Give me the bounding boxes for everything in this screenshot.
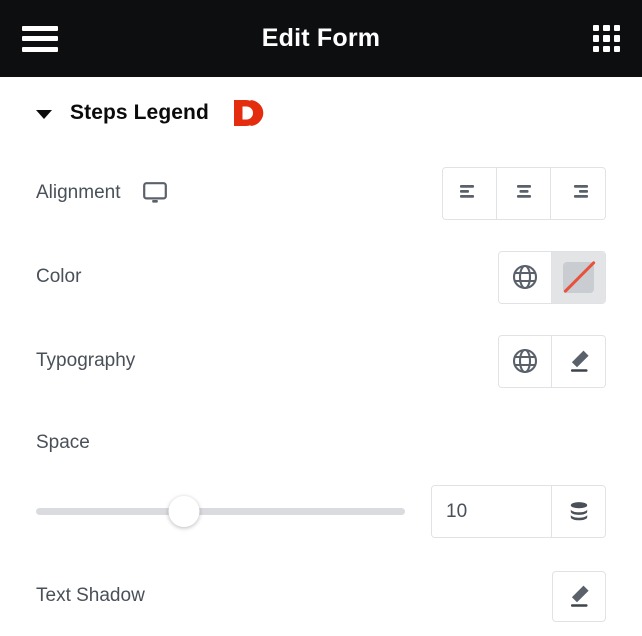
grid-cell [613,35,620,42]
space-value-group [431,485,606,538]
color-label: Color [36,266,82,287]
globe-icon [512,264,538,290]
color-globals-button[interactable] [499,251,552,303]
grid-cell [593,25,600,32]
droit-d-logo-icon [233,97,269,129]
pencil-edit-icon [566,583,592,609]
slider-thumb[interactable] [168,496,200,527]
align-center-icon [512,184,536,202]
globe-icon [512,348,538,374]
align-center-button[interactable] [497,167,551,219]
space-label: Space [36,432,90,453]
grid-cell [603,45,610,52]
space-slider[interactable] [36,496,405,527]
space-unit-button[interactable] [552,486,605,537]
typography-edit-button[interactable] [552,335,605,387]
control-row-typography: Typography [36,333,606,389]
align-right-icon [566,184,590,202]
align-right-button[interactable] [551,167,605,219]
slider-track [36,508,405,515]
alignment-label-wrap: Alignment [36,182,167,204]
typography-label: Typography [36,350,136,371]
alignment-label: Alignment [36,182,121,203]
desktop-icon[interactable] [142,182,167,204]
grid-cell [613,45,620,52]
grid-cell [603,35,610,42]
control-row-color: Color [36,249,606,305]
database-stack-icon [567,500,591,524]
section-title: Steps Legend [70,101,209,124]
section-header-steps-legend[interactable]: Steps Legend [36,77,606,143]
space-input[interactable] [432,486,552,537]
hamburger-menu-icon[interactable] [22,25,58,52]
control-row-alignment: Alignment [36,165,606,221]
page-title: Edit Form [261,24,381,52]
chevron-down-icon[interactable] [36,109,52,119]
grid-cell [593,35,600,42]
text-shadow-edit-button[interactable] [552,570,606,622]
grid-cell [593,45,600,52]
control-row-text-shadow: Text Shadow [36,568,606,624]
typography-globals-button[interactable] [499,335,552,387]
color-swatch-button[interactable] [552,251,605,303]
control-row-space: Space [36,415,606,471]
align-left-icon [458,184,482,202]
no-color-swatch-icon [563,261,594,293]
space-slider-row [36,485,606,538]
text-shadow-label: Text Shadow [36,585,145,606]
hamburger-bar [22,46,58,52]
app-header: Edit Form [0,0,642,77]
alignment-options-group [442,166,606,220]
typography-controls-group [498,334,606,388]
settings-panel: Steps Legend Alignment Color Typography … [0,77,642,624]
hamburger-bar [22,36,58,41]
hamburger-bar [22,25,58,31]
pencil-edit-icon [566,348,592,374]
align-left-button[interactable] [443,167,497,219]
grid-apps-icon[interactable] [593,25,620,52]
grid-cell [613,25,620,32]
grid-cell [603,25,610,32]
color-controls-group [498,250,606,304]
